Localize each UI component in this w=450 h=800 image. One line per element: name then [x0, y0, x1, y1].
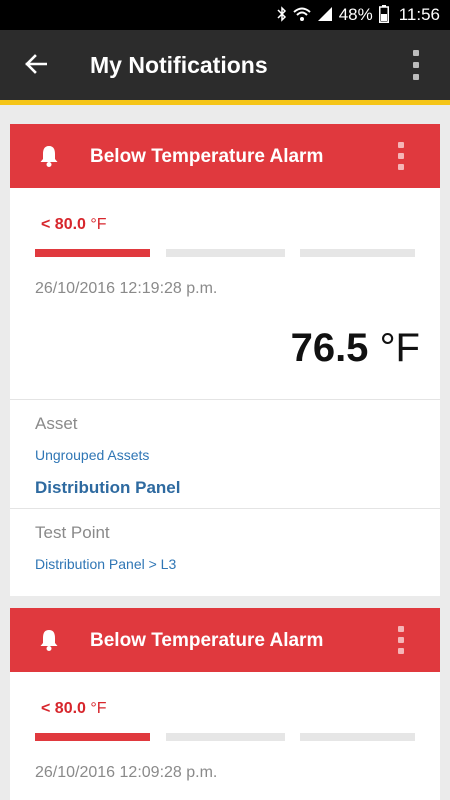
- threshold: < 80.0 °F: [41, 700, 107, 718]
- notification-card[interactable]: Below Temperature Alarm < 80.0 °F 26/10/…: [10, 124, 440, 596]
- severity-segment: [166, 733, 285, 741]
- page-title: My Notifications: [90, 52, 268, 78]
- threshold-value: < 80.0: [41, 216, 86, 233]
- battery-icon: [378, 4, 389, 26]
- reading-value: 76.5: [290, 326, 369, 370]
- alarm-header: Below Temperature Alarm: [10, 124, 440, 188]
- severity-bar: [35, 249, 415, 257]
- test-point-link[interactable]: Distribution Panel > L3: [35, 556, 176, 572]
- asset-name-link[interactable]: Distribution Panel: [35, 478, 180, 498]
- severity-segment: [300, 249, 415, 257]
- bluetooth-icon: [277, 5, 287, 25]
- severity-segment-active: [35, 733, 150, 741]
- asset-label: Asset: [35, 414, 78, 433]
- bell-icon: [39, 628, 59, 652]
- asset-group-link[interactable]: Ungrouped Assets: [35, 447, 149, 463]
- wifi-icon: [293, 6, 311, 25]
- threshold-unit: °F: [90, 216, 107, 233]
- status-bar: 48% 11:56: [0, 0, 450, 30]
- signal-icon: [317, 6, 333, 25]
- alarm-header: Below Temperature Alarm: [10, 608, 440, 672]
- divider: [10, 508, 440, 509]
- timestamp: 26/10/2016 12:09:28 p.m.: [35, 764, 218, 781]
- threshold-unit: °F: [90, 700, 107, 717]
- test-point-label: Test Point: [35, 523, 110, 542]
- notification-card[interactable]: Below Temperature Alarm < 80.0 °F 26/10/…: [10, 608, 440, 800]
- overflow-menu-icon[interactable]: [408, 50, 424, 80]
- back-arrow-icon[interactable]: [18, 46, 54, 82]
- severity-segment-active: [35, 249, 150, 257]
- severity-segment: [166, 249, 285, 257]
- battery-percent: 48%: [338, 5, 373, 24]
- timestamp: 26/10/2016 12:19:28 p.m.: [35, 280, 218, 297]
- threshold: < 80.0 °F: [41, 216, 107, 234]
- bell-icon: [39, 144, 59, 168]
- alarm-title: Below Temperature Alarm: [90, 630, 324, 651]
- reading: 76.5 °F: [291, 326, 420, 371]
- status-icons: 48% 11:56: [277, 0, 440, 30]
- reading-unit: °F: [379, 326, 420, 370]
- accent-divider: [0, 100, 450, 105]
- divider: [10, 399, 440, 400]
- severity-bar: [35, 733, 415, 741]
- alarm-title: Below Temperature Alarm: [90, 146, 324, 167]
- severity-segment: [300, 733, 415, 741]
- clock: 11:56: [398, 5, 440, 24]
- card-menu-icon[interactable]: [396, 142, 406, 170]
- card-menu-icon[interactable]: [396, 626, 406, 654]
- app-bar: My Notifications: [0, 30, 450, 100]
- threshold-value: < 80.0: [41, 700, 86, 717]
